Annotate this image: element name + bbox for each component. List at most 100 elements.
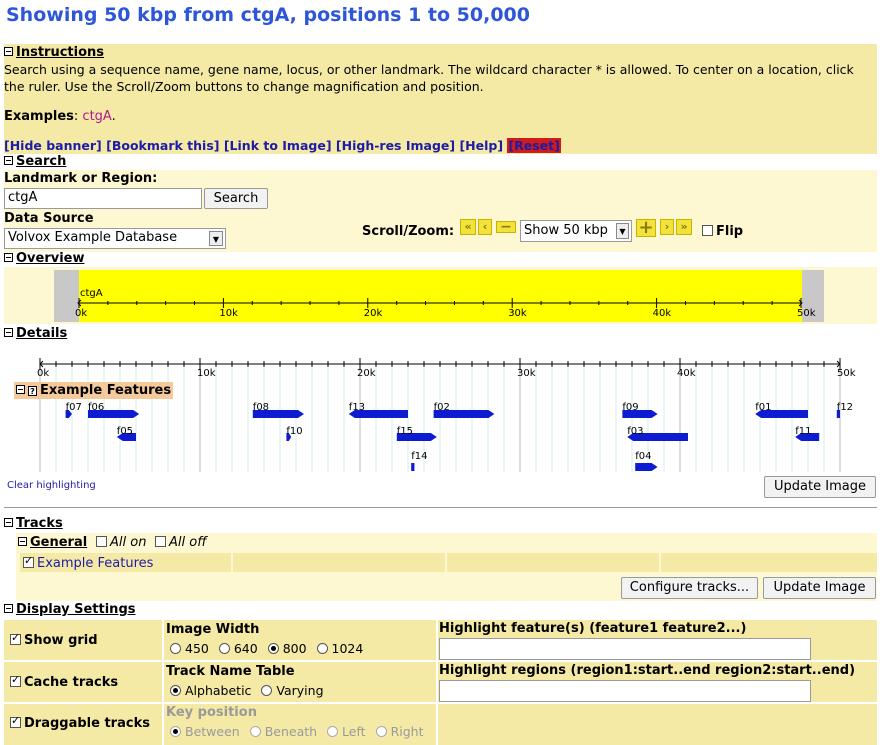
collapse-icon[interactable] [4, 328, 13, 337]
overview-tick-label: 30k [508, 308, 527, 319]
highlight-features-input[interactable] [439, 638, 811, 660]
scroll-right-icon[interactable]: › [660, 219, 674, 235]
overview-ruler[interactable] [54, 270, 824, 322]
track-group-general[interactable]: General [18, 535, 87, 550]
ruler-tick-label: 40k [677, 368, 696, 379]
data-source-select[interactable]: Volvox Example Database ▼ [4, 228, 226, 249]
configure-tracks-button[interactable]: Configure tracks... [621, 577, 758, 599]
settings-cell [438, 704, 877, 745]
image-width-label: Image Width [166, 622, 260, 637]
all-off-checkbox-box[interactable] [155, 536, 166, 547]
image-width-640[interactable]: 640 [218, 641, 258, 656]
track-cell-empty [447, 553, 659, 572]
image-width-450[interactable]: 450 [170, 641, 209, 656]
instructions-text-2: the ruler. Use the Scroll/Zoom buttons t… [4, 79, 484, 94]
collapse-icon[interactable] [4, 156, 13, 165]
scroll-zoom-label: Scroll/Zoom: [362, 224, 455, 239]
page-title: Showing 50 kbp from ctgA, positions 1 to… [6, 4, 530, 26]
search-button[interactable]: Search [204, 188, 268, 209]
ruler-tick-label: 0k [37, 368, 50, 379]
collapse-icon[interactable] [4, 47, 13, 56]
overview-tick-label: 0k [75, 308, 88, 319]
track-checkbox[interactable] [23, 554, 34, 568]
details-header[interactable]: Details [4, 326, 67, 341]
key-position-left[interactable]: Left [327, 724, 366, 739]
track-name-varying[interactable]: Varying [261, 683, 324, 698]
cache-tracks-checkbox-box[interactable] [10, 673, 21, 687]
chevron-down-icon[interactable]: ▼ [209, 231, 223, 246]
bookmark-link[interactable]: [Bookmark this] [106, 138, 219, 153]
feature-label-f12: f12 [836, 402, 854, 413]
chevron-down-icon[interactable]: ▼ [616, 223, 629, 239]
display-settings-header[interactable]: Display Settings [4, 602, 135, 617]
feature-label-f10: f10 [286, 426, 303, 437]
zoom-in-icon[interactable]: + [636, 219, 656, 237]
draggable-tracks-checkbox[interactable]: Draggable tracks [10, 714, 150, 731]
feature-f14[interactable] [411, 463, 415, 471]
flip-checkbox[interactable]: Flip [702, 224, 743, 239]
highlight-regions-label: Highlight regions (region1:start..end re… [439, 663, 856, 678]
all-on-checkbox-box[interactable] [96, 536, 107, 547]
overview-tick-label: 20k [363, 308, 383, 319]
all-on-checkbox[interactable]: All on [96, 535, 146, 550]
update-image-button-tracks[interactable]: Update Image [763, 577, 876, 599]
example-link-ctga[interactable]: ctgA [82, 109, 111, 124]
key-position-label: Key position [166, 705, 257, 720]
zoom-out-icon[interactable]: − [496, 220, 516, 234]
search-header[interactable]: Search [4, 154, 66, 169]
link-to-image-link[interactable]: [Link to Image] [224, 138, 332, 153]
overview-contig-label: ctgA [80, 288, 103, 299]
show-grid-checkbox[interactable]: Show grid [10, 631, 98, 648]
key-position-between[interactable]: Between [170, 724, 240, 739]
feature-label-f02: f02 [433, 402, 450, 413]
landmark-input[interactable]: ctgA [4, 188, 202, 209]
scroll-right-far-icon[interactable]: » [676, 219, 692, 235]
draggable-tracks-checkbox-box[interactable] [10, 714, 21, 728]
highlight-regions-input[interactable] [439, 680, 811, 702]
image-width-1024[interactable]: 1024 [316, 641, 363, 656]
feature-label-f05: f05 [116, 426, 134, 437]
key-position-options: Between Beneath Left Right [170, 724, 423, 739]
collapse-icon[interactable] [4, 253, 13, 262]
collapse-icon[interactable] [16, 385, 25, 394]
help-link[interactable]: [Help] [459, 138, 503, 153]
track-item-example-features[interactable]: Example Features [23, 554, 153, 571]
overview-header[interactable]: Overview [4, 251, 85, 266]
track-cell-empty [233, 553, 445, 572]
reset-link[interactable]: [Reset] [507, 138, 561, 153]
feature-f04[interactable] [635, 463, 658, 471]
data-source-label: Data Source [4, 211, 94, 226]
image-width-800[interactable]: 800 [267, 641, 307, 656]
tracks-header[interactable]: Tracks [4, 516, 63, 531]
overview-tick-label: 10k [219, 308, 238, 319]
track-name-alphabetic[interactable]: Alphabetic [170, 683, 251, 698]
show-grid-checkbox-box[interactable] [10, 631, 21, 645]
ruler-tick-label: 50k [837, 368, 856, 379]
feature-label-f08: f08 [252, 402, 270, 413]
instructions-header[interactable]: Instructions [4, 45, 104, 60]
cache-tracks-checkbox[interactable]: Cache tracks [10, 673, 118, 690]
collapse-icon[interactable] [18, 537, 27, 546]
image-width-options: 450 640 800 1024 [170, 641, 363, 656]
flip-checkbox-box[interactable] [702, 225, 713, 236]
scroll-left-far-icon[interactable]: « [460, 219, 476, 235]
zoom-value: Show 50 kbp [524, 223, 608, 238]
data-source-value: Volvox Example Database [8, 230, 178, 245]
instructions-text-1: Search using a sequence name, gene name,… [4, 62, 854, 77]
high-res-image-link[interactable]: [High-res Image] [336, 138, 455, 153]
hide-banner-link[interactable]: [Hide banner] [4, 138, 102, 153]
key-position-right[interactable]: Right [375, 724, 423, 739]
divider [4, 507, 877, 508]
landmark-label: Landmark or Region: [4, 171, 158, 186]
zoom-select[interactable]: Show 50 kbp ▼ [520, 220, 632, 242]
collapse-icon[interactable] [4, 604, 13, 613]
feature-label-f03: f03 [627, 426, 644, 437]
collapse-icon[interactable] [4, 518, 13, 527]
help-icon[interactable]: ? [28, 386, 37, 396]
all-off-checkbox[interactable]: All off [155, 535, 207, 550]
key-position-beneath[interactable]: Beneath [249, 724, 317, 739]
update-image-button[interactable]: Update Image [764, 476, 876, 498]
clear-highlighting-link[interactable]: Clear highlighting [7, 480, 96, 491]
scroll-left-icon[interactable]: ‹ [478, 219, 492, 235]
track-label-example-features[interactable]: ? Example Features [14, 382, 174, 399]
